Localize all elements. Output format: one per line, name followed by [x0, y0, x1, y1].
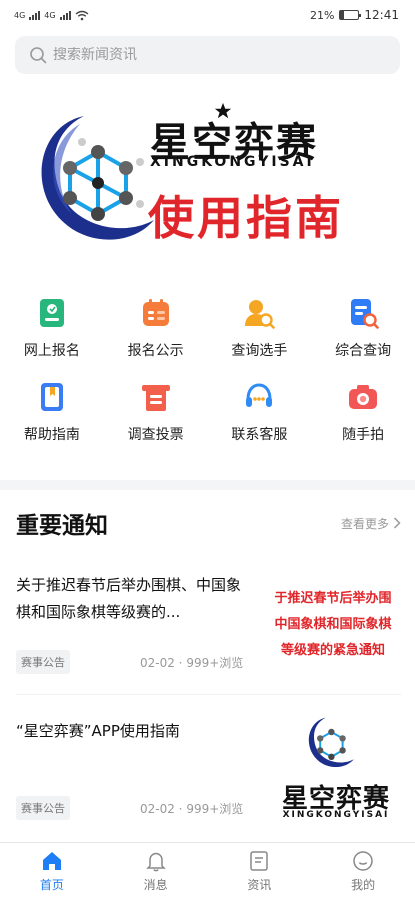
network-label-1: 4G	[14, 10, 26, 20]
xingkong-logo-small	[308, 717, 354, 768]
calendar-list-icon	[139, 296, 173, 330]
news-thumbnail: 星空弈赛 XINGKONGYISAI	[258, 712, 408, 822]
clock: 12:41	[364, 8, 399, 22]
news-icon	[250, 851, 269, 871]
news-item[interactable]: “星空弈赛”APP使用指南 赛事公告 02-02 · 999+浏览 星空弈赛 X…	[0, 710, 415, 830]
camera-icon	[346, 380, 380, 414]
quick-link-label: 综合查询	[335, 343, 392, 359]
tab-home[interactable]: 首页	[0, 843, 104, 900]
quick-link-label: 联系客服	[231, 427, 288, 443]
tab-label: 消息	[143, 878, 168, 892]
bell-icon	[145, 852, 166, 872]
bottom-tab-bar: 首页 消息 资讯 我的	[0, 842, 415, 900]
ballot-icon	[139, 380, 173, 414]
star-icon	[214, 102, 232, 119]
headset-icon	[242, 380, 276, 414]
notice-header: 重要通知 查看更多	[16, 506, 401, 540]
quick-link-label: 报名公示	[127, 343, 184, 359]
tab-profile[interactable]: 我的	[311, 843, 415, 900]
banner-pinyin: XINGKONGYISAI	[150, 154, 315, 170]
news-title: “星空弈赛”APP使用指南	[16, 722, 180, 740]
news-separator	[16, 694, 401, 695]
view-more-label: 查看更多	[340, 516, 389, 531]
news-tag: 赛事公告	[16, 796, 70, 820]
quick-link-player-search[interactable]: 查询选手	[208, 296, 312, 360]
status-left: 4G 4G	[14, 10, 89, 21]
news-item[interactable]: 关于推迟春节后举办围棋、中国象棋和国际象棋等级赛的... 赛事公告 02-02 …	[0, 566, 415, 686]
quick-link-help-guide[interactable]: 帮助指南	[0, 380, 104, 444]
news-title: 关于推迟春节后举办围棋、中国象棋和国际象棋等级赛的...	[16, 576, 242, 621]
search-input[interactable]	[53, 47, 353, 63]
thumbnail-line: 于推迟春节后举办围	[274, 591, 392, 606]
thumbnail-caption: 于推迟春节后举办围 中国象棋和国际象棋 等级赛的紧急通知	[258, 586, 408, 664]
news-meta: 02-02 · 999+浏览	[140, 802, 244, 816]
status-right: 21% 12:41	[310, 8, 399, 22]
quick-link-label: 网上报名	[23, 343, 80, 359]
search-bar[interactable]	[15, 36, 400, 74]
section-divider	[0, 480, 415, 490]
tab-news[interactable]: 资讯	[208, 843, 312, 900]
quick-link-registration-list[interactable]: 报名公示	[104, 296, 208, 360]
tab-messages[interactable]: 消息	[104, 843, 208, 900]
search-icon	[30, 47, 47, 64]
thumbnail-line: 等级赛的紧急通知	[280, 643, 385, 658]
notice-section-title: 重要通知	[16, 513, 108, 539]
book-icon	[35, 380, 69, 414]
news-tag: 赛事公告	[16, 650, 70, 674]
news-meta: 02-02 · 999+浏览	[140, 656, 244, 670]
quick-link-label: 调查投票	[127, 427, 184, 443]
tab-label: 首页	[39, 878, 64, 892]
quick-links-grid: 网上报名 报名公示 查询选手 综合查询 帮助指南 调查投票 联系客服 随手拍	[0, 296, 415, 444]
quick-link-label: 随手拍	[342, 427, 385, 443]
thumbnail-logo-pinyin: XINGKONGYISAI	[282, 810, 390, 820]
profile-icon	[353, 851, 373, 871]
battery-percent: 21%	[309, 8, 335, 22]
banner-subtitle: 使用指南	[148, 191, 344, 245]
quick-link-snapshot[interactable]: 随手拍	[311, 380, 415, 444]
battery-icon	[339, 10, 362, 20]
user-search-icon	[242, 296, 276, 330]
quick-link-label: 帮助指南	[23, 427, 80, 443]
quick-link-customer-service[interactable]: 联系客服	[208, 380, 312, 444]
quick-link-general-search[interactable]: 综合查询	[311, 296, 415, 360]
signal-icon-2	[59, 10, 71, 20]
tab-label: 资讯	[247, 878, 272, 892]
view-more-link[interactable]: 查看更多	[341, 515, 401, 532]
tab-label: 我的	[351, 878, 376, 892]
signal-icon	[29, 10, 41, 20]
chevron-right-icon	[393, 517, 401, 529]
network-label-2: 4G	[44, 10, 56, 20]
status-bar: 4G 4G 21% 12:41	[0, 0, 415, 30]
home-icon	[42, 852, 61, 870]
registration-icon	[35, 296, 69, 330]
guide-banner[interactable]: 星空弈赛 XINGKONGYISAI 使用指南	[0, 82, 415, 277]
wifi-icon	[75, 10, 89, 20]
thumbnail-line: 中国象棋和国际象棋	[274, 617, 392, 632]
document-search-icon	[346, 296, 380, 330]
quick-link-registration[interactable]: 网上报名	[0, 296, 104, 360]
quick-link-label: 查询选手	[231, 343, 288, 359]
quick-link-survey-vote[interactable]: 调查投票	[104, 380, 208, 444]
news-thumbnail: 于推迟春节后举办围 中国象棋和国际象棋 等级赛的紧急通知	[258, 568, 408, 678]
